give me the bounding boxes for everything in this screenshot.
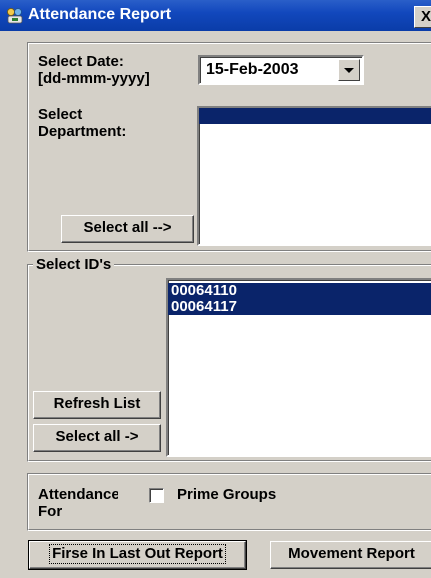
select-department-label-line2: Department:	[38, 123, 127, 140]
date-dropdown[interactable]: 15-Feb-2003	[198, 55, 364, 85]
prime-groups-checkbox[interactable]	[149, 488, 164, 503]
select-all-departments-button[interactable]: Select all -->	[61, 215, 194, 243]
refresh-list-label: Refresh List	[53, 395, 141, 412]
select-all-ids-button[interactable]: Select all ->	[33, 424, 161, 452]
select-department-label-line1: Select	[38, 106, 83, 123]
select-date-label-line1: Select Date:	[38, 53, 124, 70]
window-title: Attendance Report	[28, 6, 172, 23]
chevron-down-icon	[344, 68, 354, 73]
select-date-label-line2: [dd-mmm-yyyy]	[38, 70, 150, 87]
date-dropdown-button[interactable]	[338, 59, 360, 81]
id-list-item[interactable]: 00064110	[168, 283, 431, 299]
ids-listbox[interactable]: 00064110 00064117	[166, 278, 431, 457]
id-list-item[interactable]: 00064117	[168, 299, 431, 315]
attendance-for-label-line2: For	[38, 503, 63, 520]
movement-report-button[interactable]: Movement Report	[270, 541, 431, 569]
date-value: 15-Feb-2003	[206, 61, 299, 78]
department-list-item[interactable]	[199, 108, 431, 124]
select-all-departments-label: Select all -->	[83, 219, 172, 236]
prime-groups-label[interactable]: Prime Groups	[177, 486, 276, 503]
refresh-list-button[interactable]: Refresh List	[33, 391, 161, 419]
attendance-for-label-line1: Attendance	[38, 486, 118, 503]
attendance-report-window: Attendance Report X Select Date: [dd-mmm…	[0, 0, 431, 578]
app-icon	[7, 8, 23, 24]
first-in-last-out-report-button[interactable]: Firse In Last Out Report	[28, 540, 247, 570]
movement-report-label: Movement Report	[288, 545, 415, 562]
department-listbox[interactable]	[197, 106, 431, 246]
first-in-last-out-report-label: Firse In Last Out Report	[49, 544, 226, 564]
title-bar[interactable]: Attendance Report X	[0, 0, 431, 31]
select-ids-legend: Select ID's	[33, 256, 115, 273]
close-button[interactable]: X	[414, 6, 431, 28]
select-all-ids-label: Select all ->	[55, 428, 139, 445]
